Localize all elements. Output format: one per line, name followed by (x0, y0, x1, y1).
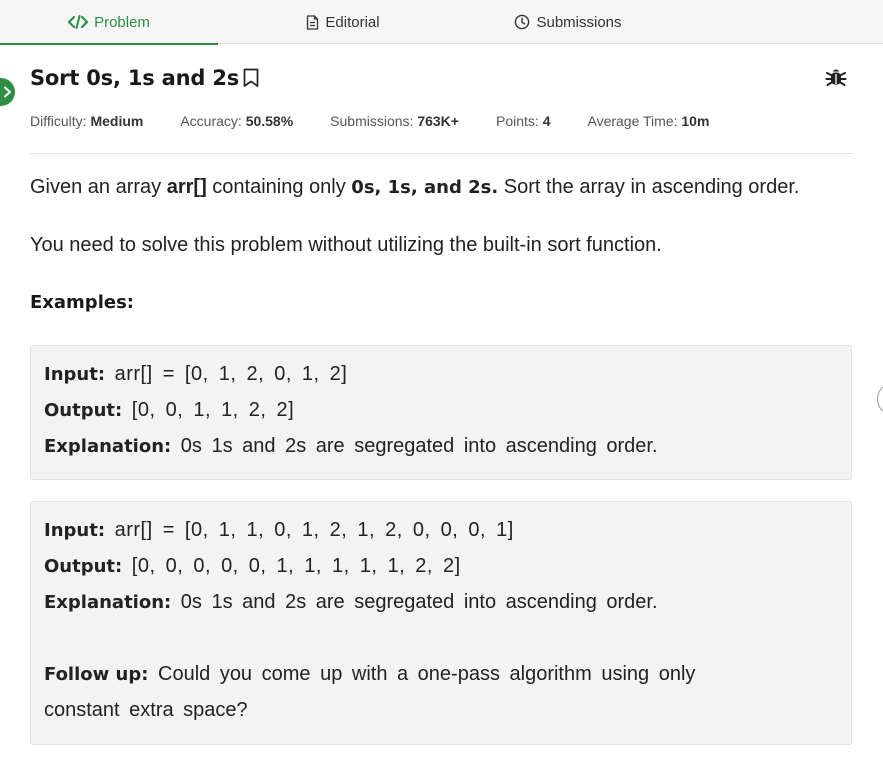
resize-handle[interactable] (877, 384, 883, 414)
tab-submissions-label: Submissions (536, 13, 622, 31)
tab-editorial[interactable]: Editorial (218, 0, 468, 44)
clock-icon (514, 14, 530, 30)
meta-accuracy: Accuracy: 50.58% (180, 113, 294, 129)
problem-constraint: You need to solve this problem without u… (30, 234, 662, 256)
tab-problem[interactable]: Problem (0, 0, 218, 45)
expand-panel-button[interactable] (0, 78, 15, 106)
problem-title: Sort 0s, 1s and 2s (30, 66, 240, 90)
meta-submissions: Submissions: 763K+ (330, 113, 459, 129)
code-icon (68, 15, 89, 29)
example-output: Output: [0, 0, 1, 1, 2, 2] (44, 399, 295, 421)
document-icon (306, 14, 319, 30)
bug-icon[interactable] (823, 64, 849, 90)
follow-up-continued: constant extra space? (44, 699, 248, 721)
problem-tabs: Problem Editorial Submissions (0, 0, 883, 45)
tab-problem-label: Problem (94, 13, 150, 31)
example-explanation: Explanation: 0s 1s and 2s are segregated… (44, 435, 658, 457)
example-box: Input: arr[] = [0, 1, 2, 0, 1, 2] Output… (30, 345, 852, 480)
example-input: Input: arr[] = [0, 1, 2, 0, 1, 2] (44, 363, 348, 385)
divider (30, 153, 852, 154)
chevron-right-icon (3, 86, 12, 98)
examples-heading: Examples: (30, 292, 134, 313)
follow-up: Follow up: Could you come up with a one-… (44, 663, 696, 685)
meta-average-time: Average Time: 10m (587, 113, 710, 129)
example-explanation: Explanation: 0s 1s and 2s are segregated… (44, 591, 658, 613)
tab-editorial-label: Editorial (325, 13, 380, 31)
example-output: Output: [0, 0, 0, 0, 0, 1, 1, 1, 1, 1, 2… (44, 555, 461, 577)
problem-statement: Given an array arr[] containing only 0s,… (30, 176, 800, 198)
tab-submissions[interactable]: Submissions (468, 0, 668, 44)
problem-meta: Difficulty: Medium Accuracy: 50.58% Subm… (30, 110, 746, 132)
example-input: Input: arr[] = [0, 1, 1, 0, 1, 2, 1, 2, … (44, 519, 514, 541)
problem-title-row: Sort 0s, 1s and 2s (30, 62, 260, 94)
meta-points: Points: 4 (495, 113, 551, 129)
meta-difficulty: Difficulty: Medium (30, 113, 144, 129)
bookmark-icon[interactable] (242, 68, 260, 88)
example-box: Input: arr[] = [0, 1, 1, 0, 1, 2, 1, 2, … (30, 501, 852, 745)
